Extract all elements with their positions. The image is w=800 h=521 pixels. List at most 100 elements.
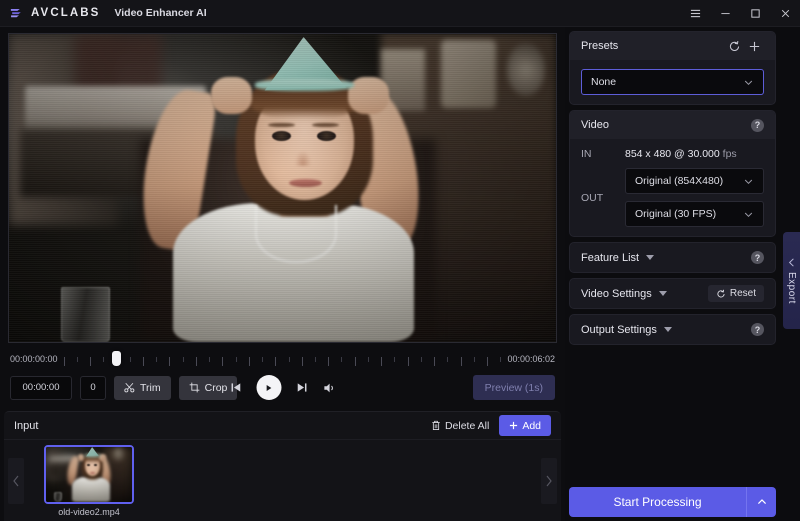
timeline-tick [500, 356, 502, 362]
timeline-tick [460, 356, 462, 366]
brand-name: AVCLABS [31, 7, 101, 19]
input-panel-actions: Delete All Add [431, 415, 551, 436]
output-framerate-select[interactable]: Original (30 FPS) [625, 201, 764, 227]
chevron-left-icon [788, 257, 795, 267]
delete-all-button[interactable]: Delete All [431, 420, 489, 432]
input-spec-row: IN 854 x 480 @ 30.000 fps [581, 148, 764, 160]
trim-label: Trim [140, 381, 161, 394]
window-controls [680, 0, 800, 27]
preview-button[interactable]: Preview (1s) [472, 375, 555, 400]
video-settings-section[interactable]: Video Settings Reset [569, 278, 776, 309]
output-settings-section[interactable]: Output Settings ? [569, 314, 776, 345]
video-thumbnail[interactable] [44, 444, 134, 504]
timeline-tick [447, 356, 449, 362]
in-label: IN [581, 148, 592, 160]
question-icon[interactable]: ? [751, 251, 764, 264]
delete-all-label: Delete All [444, 419, 490, 432]
in-value: 854 x 480 @ 30.000 fps [625, 148, 737, 160]
app-title: Video Enhancer AI [114, 7, 207, 19]
caret-down-icon [646, 255, 655, 260]
timeline-track[interactable] [63, 350, 502, 368]
timeline-tick [381, 356, 383, 366]
maximize-icon[interactable] [740, 0, 770, 27]
play-button[interactable] [256, 375, 281, 400]
timeline-tick [275, 356, 277, 366]
title-bar: AVCLABS Video Enhancer AI [0, 0, 800, 27]
scissors-icon [124, 382, 135, 393]
timeline-tick [341, 356, 343, 362]
timeline-tick [182, 356, 184, 362]
close-icon[interactable] [770, 0, 800, 27]
timeline-tick [156, 356, 158, 362]
output-resolution-select[interactable]: Original (854X480) [625, 168, 764, 194]
output-resolution-value: Original (854X480) [635, 175, 724, 187]
reset-button[interactable]: Reset [707, 285, 764, 302]
timeline-tick [288, 356, 290, 362]
list-item[interactable]: old-video2.mp4 [44, 444, 134, 517]
app-window: AVCLABS Video Enhancer AI 00:00:00:00 00… [0, 0, 800, 521]
export-tab-label: Export [786, 271, 797, 304]
chevron-up-icon[interactable] [746, 487, 776, 517]
hamburger-menu-icon[interactable] [680, 0, 710, 27]
trash-icon [431, 420, 441, 431]
export-tab[interactable]: Export [783, 232, 800, 329]
timeline-tick [394, 356, 396, 362]
feature-list-title: Feature List [581, 251, 640, 264]
volume-icon[interactable] [322, 381, 336, 395]
preset-select-value: None [591, 76, 617, 88]
scroll-right-arrow[interactable] [541, 457, 557, 504]
timeline-tick [169, 356, 171, 366]
preset-select[interactable]: None [581, 69, 764, 95]
question-icon[interactable]: ? [751, 118, 764, 132]
add-file-button[interactable]: Add [499, 415, 551, 436]
caret-down-icon [658, 291, 667, 296]
minimize-icon[interactable] [710, 0, 740, 27]
in-resolution: 854 x 480 [625, 148, 672, 160]
settings-sidebar: Presets None Video ? IN 854 x 480 @ 30.0… [565, 27, 800, 521]
video-card-title: Video [581, 119, 609, 131]
timeline-tick [407, 356, 409, 366]
refresh-icon[interactable] [724, 36, 744, 56]
timeline-tick [209, 356, 211, 362]
add-preset-icon[interactable] [744, 36, 764, 56]
video-settings-title: Video Settings [581, 287, 652, 300]
presets-title: Presets [581, 40, 619, 52]
video-preview[interactable] [8, 33, 557, 343]
thumbnail-image [46, 446, 132, 502]
presets-header: Presets [570, 32, 775, 60]
presets-body: None [570, 60, 775, 104]
timeline-tick [367, 356, 369, 362]
skip-next-icon[interactable] [295, 381, 308, 394]
trim-button[interactable]: Trim [114, 375, 171, 400]
chevron-down-icon [743, 209, 754, 220]
caret-down-icon [663, 327, 672, 332]
timeline-tick [142, 356, 144, 366]
skip-previous-icon[interactable] [229, 381, 242, 394]
timeline-ruler-row: 00:00:00:00 00:00:06:02 [10, 348, 555, 370]
in-fps-unit: fps [722, 148, 737, 160]
timeline-tick [222, 356, 224, 366]
video-card: Video ? IN 854 x 480 @ 30.000 fps OUT Or… [569, 110, 776, 237]
add-label: Add [522, 419, 541, 432]
timeline-ticks [63, 356, 502, 366]
avclabs-logo-icon [9, 6, 24, 21]
feature-list-section[interactable]: Feature List ? [569, 242, 776, 273]
timeline-start-timecode: 00:00:00:00 [10, 353, 58, 364]
list-item-filename: old-video2.mp4 [58, 506, 120, 517]
video-card-body: IN 854 x 480 @ 30.000 fps OUT Original (… [570, 139, 775, 236]
timeline-zone: 00:00:00:00 00:00:06:02 00:00:00 0 Trim … [0, 343, 565, 407]
timeline-playhead[interactable] [111, 350, 121, 366]
crop-label: Crop [204, 381, 228, 394]
input-panel-title: Input [14, 419, 39, 432]
scroll-left-arrow[interactable] [8, 457, 24, 504]
question-icon[interactable]: ? [751, 323, 764, 336]
timeline-tick [103, 356, 105, 362]
timeline-tick [76, 356, 78, 362]
main-body: 00:00:00:00 00:00:06:02 00:00:00 0 Trim … [0, 27, 800, 521]
current-time-field[interactable]: 00:00:00 [10, 375, 72, 400]
refresh-icon [716, 289, 726, 299]
video-card-header: Video ? [570, 111, 775, 139]
current-frame-field[interactable]: 0 [80, 375, 106, 400]
timeline-tick [129, 356, 131, 362]
start-processing-button[interactable]: Start Processing [569, 487, 746, 517]
